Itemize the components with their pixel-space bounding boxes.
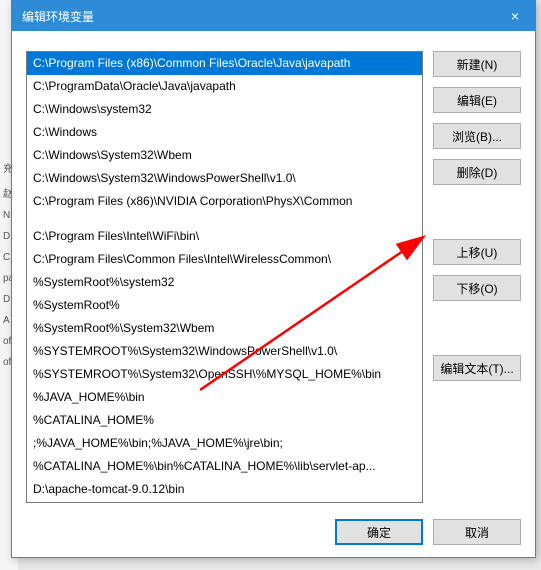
list-item[interactable]: %SystemRoot%\System32\Wbem (27, 317, 422, 340)
list-item[interactable]: C:\Windows\System32\WindowsPowerShell\v1… (27, 167, 422, 190)
move-down-button[interactable]: 下移(O) (433, 275, 521, 301)
edit-button[interactable]: 编辑(E) (433, 87, 521, 113)
list-item[interactable]: %JAVA_HOME%\bin (27, 386, 422, 409)
titlebar: 编辑环境变量 × (12, 1, 535, 31)
list-item[interactable]: %CATALINA_HOME%\bin%CATALINA_HOME%\lib\s… (27, 455, 422, 478)
list-item[interactable]: %SystemRoot%\system32 (27, 271, 422, 294)
browse-button[interactable]: 浏览(B)... (433, 123, 521, 149)
list-item[interactable]: %CATALINA_HOME% (27, 409, 422, 432)
close-button[interactable]: × (495, 1, 535, 31)
delete-button[interactable]: 删除(D) (433, 159, 521, 185)
list-item[interactable]: C:\ProgramData\Oracle\Java\javapath (27, 75, 422, 98)
dialog-content: C:\Program Files (x86)\Common Files\Orac… (12, 31, 535, 557)
side-buttons: 新建(N) 编辑(E) 浏览(B)... 删除(D) 上移(U) 下移(O) 编… (433, 51, 521, 503)
list-item[interactable]: C:\Windows\system32 (27, 98, 422, 121)
list-item[interactable]: ;%JAVA_HOME%\bin;%JAVA_HOME%\jre\bin; (27, 432, 422, 455)
window-title: 编辑环境变量 (22, 8, 495, 25)
list-item[interactable]: C:\Program Files (x86)\Common Files\Orac… (27, 52, 422, 75)
move-up-button[interactable]: 上移(U) (433, 239, 521, 265)
bottom-buttons: 确定 取消 (26, 519, 521, 545)
edit-text-button[interactable]: 编辑文本(T)... (433, 355, 521, 381)
list-item[interactable]: %SYSTEMROOT%\System32\WindowsPowerShell\… (27, 340, 422, 363)
cancel-button[interactable]: 取消 (433, 519, 521, 545)
list-item[interactable]: C:\Windows (27, 121, 422, 144)
edit-environment-variable-dialog: 编辑环境变量 × C:\Program Files (x86)\Common F… (11, 0, 536, 558)
list-item[interactable]: %SYSTEMROOT%\System32\OpenSSH\%MYSQL_HOM… (27, 363, 422, 386)
list-item[interactable]: C:\Program Files\Common Files\Intel\Wire… (27, 248, 422, 271)
ok-button[interactable]: 确定 (335, 519, 423, 545)
list-item[interactable]: %SystemRoot% (27, 294, 422, 317)
list-item[interactable]: C:\Program Files (x86)\NVIDIA Corporatio… (27, 190, 422, 213)
list-item[interactable]: C:\Program Files\Intel\WiFi\bin\ (27, 225, 422, 248)
list-item[interactable]: C:\Windows\System32\Wbem (27, 144, 422, 167)
list-item[interactable]: D:\apache-tomcat-9.0.12\bin (27, 478, 422, 501)
new-button[interactable]: 新建(N) (433, 51, 521, 77)
path-listbox[interactable]: C:\Program Files (x86)\Common Files\Orac… (26, 51, 423, 503)
close-icon: × (511, 8, 519, 24)
